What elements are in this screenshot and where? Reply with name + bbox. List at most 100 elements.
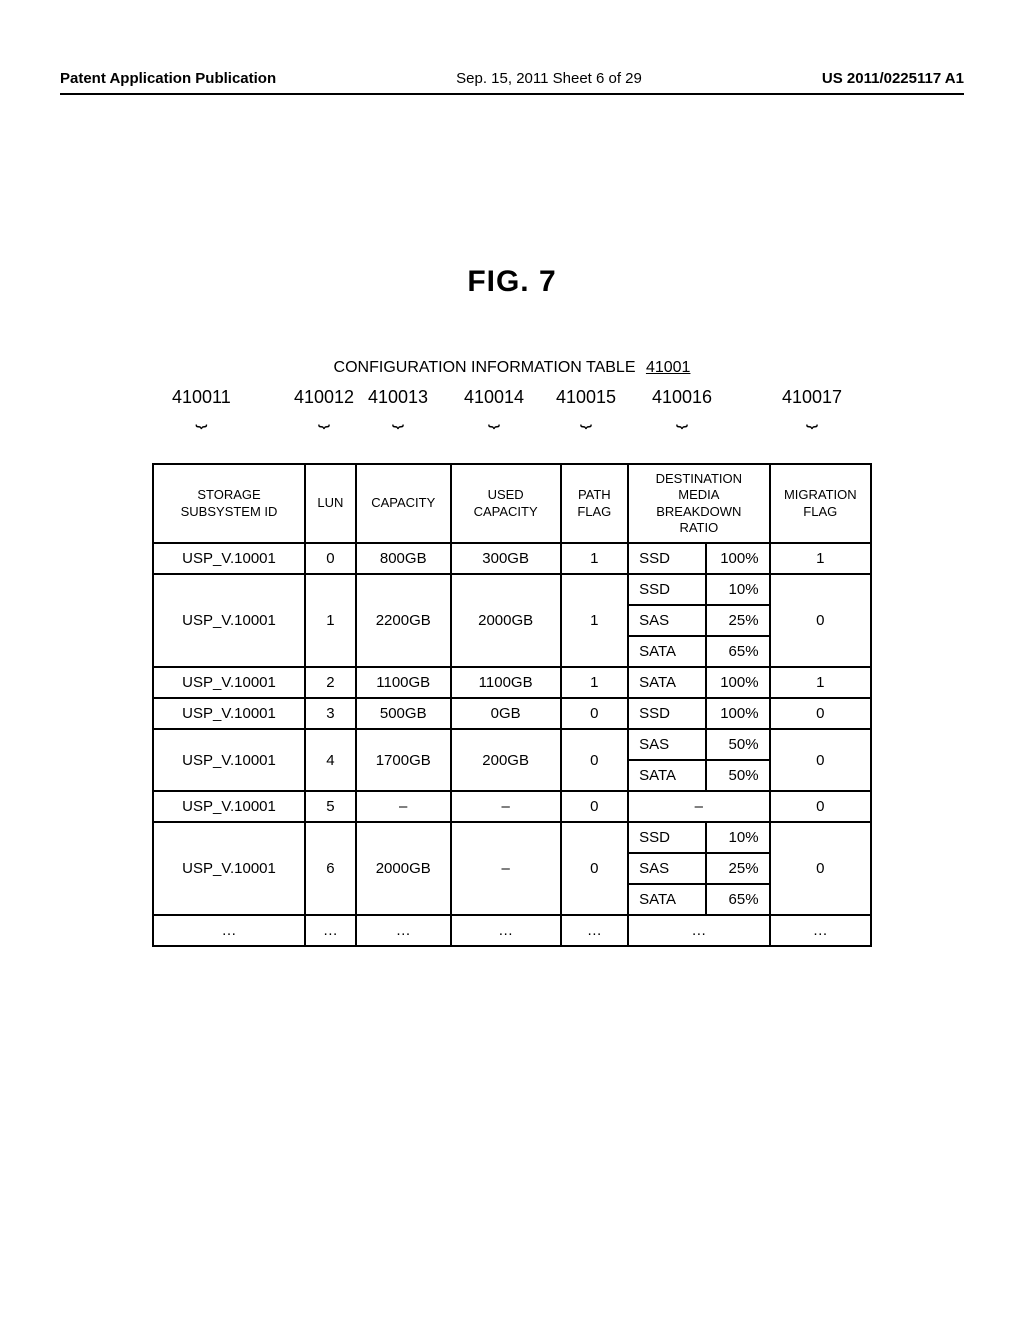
media-name: SATA xyxy=(629,760,706,790)
figure-title: FIG. 7 xyxy=(60,265,964,299)
configuration-table: STORAGE SUBSYSTEM ID LUN CAPACITY USED C… xyxy=(152,463,872,947)
col-header-capacity: CAPACITY xyxy=(356,464,451,543)
media-percent: 10% xyxy=(706,575,769,605)
cell-used: 300GB xyxy=(451,543,561,574)
cell-used: – xyxy=(451,791,561,822)
media-name: SSD xyxy=(629,544,706,573)
cell-used: 2000GB xyxy=(451,574,561,667)
media-name: SATA xyxy=(629,884,706,914)
media-name: SATA xyxy=(629,636,706,666)
media-name: SAS xyxy=(629,730,706,760)
cell-migration: … xyxy=(770,915,871,946)
col-ref-1: 410012⏟ xyxy=(294,387,354,422)
cell-storage: USP_V.10001 xyxy=(153,822,305,915)
caption-text: CONFIGURATION INFORMATION TABLE xyxy=(334,359,636,376)
col-header-lun: LUN xyxy=(305,464,356,543)
table-row: USP_V.100010800GB300GB1SSD100%1 xyxy=(153,543,871,574)
cell-lun: 3 xyxy=(305,698,356,729)
col-ref-6: 410017⏟ xyxy=(782,387,842,422)
cell-media: – xyxy=(628,791,769,822)
table-row: USP_V.1000121100GB1100GB1SATA100%1 xyxy=(153,667,871,698)
table-caption: CONFIGURATION INFORMATION TABLE 41001 xyxy=(60,359,964,377)
cell-media: SAS50%SATA50% xyxy=(628,729,769,791)
media-percent: 100% xyxy=(706,668,769,697)
table-row: USP_V.1000141700GB200GB0SAS50%SATA50%0 xyxy=(153,729,871,791)
cell-capacity: 2000GB xyxy=(356,822,451,915)
header-center: Sep. 15, 2011 Sheet 6 of 29 xyxy=(456,70,642,87)
media-percent: 10% xyxy=(706,823,769,853)
cell-storage: USP_V.10001 xyxy=(153,698,305,729)
table-row: USP_V.100015––0–0 xyxy=(153,791,871,822)
cell-used: 1100GB xyxy=(451,667,561,698)
cell-path: 0 xyxy=(561,698,629,729)
media-percent: 50% xyxy=(706,730,769,760)
cell-used: – xyxy=(451,822,561,915)
media-name: SSD xyxy=(629,699,706,728)
cell-lun: 5 xyxy=(305,791,356,822)
cell-storage: … xyxy=(153,915,305,946)
cell-migration: 1 xyxy=(770,543,871,574)
col-ref-3: 410014⏟ xyxy=(464,387,524,422)
cell-capacity: 500GB xyxy=(356,698,451,729)
media-name: SSD xyxy=(629,575,706,605)
cell-capacity: 1700GB xyxy=(356,729,451,791)
cell-lun: 4 xyxy=(305,729,356,791)
header-left: Patent Application Publication xyxy=(60,70,276,87)
cell-capacity: 1100GB xyxy=(356,667,451,698)
table-row: USP_V.100013500GB0GB0SSD100%0 xyxy=(153,698,871,729)
cell-migration: 0 xyxy=(770,729,871,791)
page: Patent Application Publication Sep. 15, … xyxy=(0,0,1024,1320)
cell-path: 0 xyxy=(561,791,629,822)
cell-media: … xyxy=(628,915,769,946)
cell-media: SSD100% xyxy=(628,698,769,729)
col-ref-0: 410011⏟ xyxy=(172,387,231,422)
page-header: Patent Application Publication Sep. 15, … xyxy=(60,70,964,95)
col-header-used: USED CAPACITY xyxy=(451,464,561,543)
cell-lun: … xyxy=(305,915,356,946)
cell-media: SATA100% xyxy=(628,667,769,698)
media-name: SATA xyxy=(629,668,706,697)
table-body: USP_V.100010800GB300GB1SSD100%1USP_V.100… xyxy=(153,543,871,946)
col-ref-2: 410013⏟ xyxy=(368,387,428,422)
media-percent: 25% xyxy=(706,853,769,884)
cell-path: 0 xyxy=(561,729,629,791)
cell-path: 1 xyxy=(561,574,629,667)
media-name: SSD xyxy=(629,823,706,853)
cell-path: … xyxy=(561,915,629,946)
cell-capacity: 800GB xyxy=(356,543,451,574)
cell-path: 1 xyxy=(561,667,629,698)
column-reference-numbers: 410011⏟ 410012⏟ 410013⏟ 410014⏟ 410015⏟ … xyxy=(152,387,872,423)
cell-capacity: – xyxy=(356,791,451,822)
media-name: SAS xyxy=(629,605,706,636)
cell-migration: 0 xyxy=(770,574,871,667)
media-percent: 50% xyxy=(706,760,769,790)
caption-ref: 41001 xyxy=(646,359,691,376)
cell-path: 0 xyxy=(561,822,629,915)
cell-lun: 6 xyxy=(305,822,356,915)
cell-media: SSD100% xyxy=(628,543,769,574)
cell-storage: USP_V.10001 xyxy=(153,729,305,791)
cell-migration: 0 xyxy=(770,698,871,729)
col-header-storage: STORAGE SUBSYSTEM ID xyxy=(153,464,305,543)
col-header-path: PATH FLAG xyxy=(561,464,629,543)
media-name: … xyxy=(629,916,768,945)
cell-lun: 0 xyxy=(305,543,356,574)
header-right: US 2011/0225117 A1 xyxy=(822,70,964,87)
cell-migration: 1 xyxy=(770,667,871,698)
table-row: USP_V.1000112200GB2000GB1SSD10%SAS25%SAT… xyxy=(153,574,871,667)
cell-lun: 1 xyxy=(305,574,356,667)
cell-storage: USP_V.10001 xyxy=(153,791,305,822)
media-percent: 65% xyxy=(706,636,769,666)
media-percent: 65% xyxy=(706,884,769,914)
col-ref-5: 410016⏟ xyxy=(652,387,712,422)
table-header-row: STORAGE SUBSYSTEM ID LUN CAPACITY USED C… xyxy=(153,464,871,543)
media-percent: 100% xyxy=(706,699,769,728)
cell-storage: USP_V.10001 xyxy=(153,667,305,698)
cell-capacity: 2200GB xyxy=(356,574,451,667)
media-name: SAS xyxy=(629,853,706,884)
col-header-migration: MIGRATION FLAG xyxy=(770,464,871,543)
cell-used: … xyxy=(451,915,561,946)
media-percent: 100% xyxy=(706,544,769,573)
cell-migration: 0 xyxy=(770,822,871,915)
media-name: – xyxy=(629,792,768,821)
